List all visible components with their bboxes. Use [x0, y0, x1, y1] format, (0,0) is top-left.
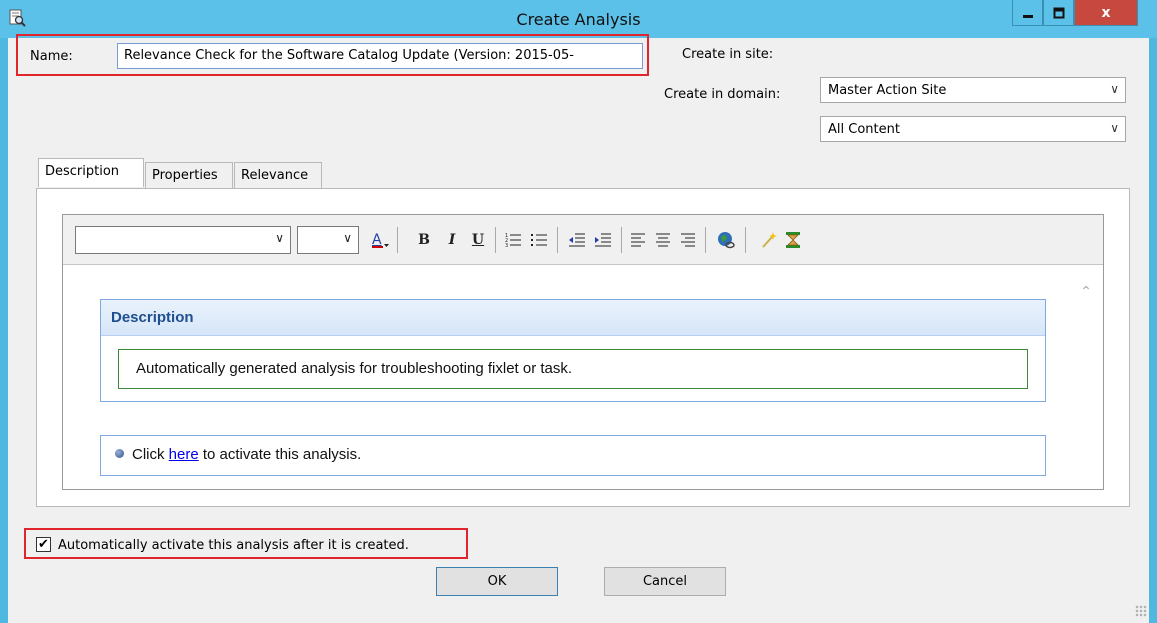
tab-relevance[interactable]: Relevance: [234, 162, 322, 188]
domain-label: Create in domain:: [664, 87, 781, 102]
align-left-icon: [631, 233, 645, 247]
chevron-down-icon: ∨: [1110, 121, 1119, 135]
insert-link-icon: [718, 232, 735, 249]
close-button[interactable]: x: [1074, 0, 1138, 26]
name-label: Name:: [30, 49, 73, 64]
title-bar[interactable]: Create Analysis x: [0, 0, 1157, 38]
chevron-down-icon: ∨: [343, 231, 352, 245]
site-select-value: Master Action Site: [828, 83, 947, 98]
description-heading: Description: [101, 300, 1045, 336]
align-center-icon: [656, 233, 670, 247]
indent-button[interactable]: [593, 229, 613, 251]
tab-properties[interactable]: Properties: [145, 162, 233, 188]
description-section: Description Automatically generated anal…: [100, 299, 1046, 402]
magic-wand-icon: [762, 232, 777, 248]
activate-here-link[interactable]: here: [169, 446, 199, 463]
minimize-button[interactable]: [1012, 0, 1043, 26]
bullet-icon: [115, 449, 124, 458]
indent-icon: [595, 233, 611, 247]
tab-description[interactable]: Description: [38, 158, 144, 187]
numbered-list-button[interactable]: 1 2 3: [503, 229, 523, 251]
magic-wand-button[interactable]: [759, 229, 779, 251]
italic-button[interactable]: I: [443, 229, 461, 251]
bulleted-list-icon: [531, 234, 547, 246]
hourglass-button[interactable]: [783, 229, 803, 251]
name-input[interactable]: Relevance Check for the Software Catalog…: [117, 43, 643, 69]
insert-link-button[interactable]: [715, 229, 737, 251]
cancel-button[interactable]: Cancel: [604, 567, 726, 596]
numbered-list-icon: 1 2 3: [505, 233, 521, 248]
italic-icon: I: [448, 232, 456, 248]
maximize-button[interactable]: [1043, 0, 1074, 26]
resize-grip-icon[interactable]: [1135, 605, 1147, 617]
toolbar-separator: [557, 227, 558, 253]
bold-button[interactable]: B: [415, 229, 433, 251]
toolbar-separator: [745, 227, 746, 253]
scroll-up-icon[interactable]: ⌃: [1080, 284, 1092, 300]
hourglass-icon: [786, 232, 800, 248]
underline-button[interactable]: U: [469, 229, 487, 251]
align-center-button[interactable]: [653, 229, 673, 251]
description-text: Automatically generated analysis for tro…: [118, 349, 1028, 389]
site-label: Create in site:: [682, 47, 774, 62]
svg-text:3: 3: [505, 243, 508, 248]
align-right-button[interactable]: [677, 229, 697, 251]
dialog-window: Create Analysis x Name: Relevance Check …: [0, 0, 1157, 623]
ok-button[interactable]: OK: [436, 567, 558, 596]
activate-suffix: to activate this analysis.: [198, 446, 362, 463]
underline-icon: U: [471, 232, 485, 248]
auto-activate-checkbox[interactable]: ✔: [36, 537, 51, 552]
font-size-select[interactable]: ∨: [297, 226, 359, 254]
bold-icon: B: [418, 232, 430, 248]
checkmark-icon: ✔: [38, 537, 49, 552]
outdent-icon: [569, 233, 585, 247]
domain-select-value: All Content: [828, 122, 900, 137]
toolbar-separator: [495, 227, 496, 253]
minimize-icon: [1022, 14, 1033, 18]
activate-section: Click here to activate this analysis.: [100, 435, 1046, 476]
domain-select[interactable]: All Content ∨: [820, 116, 1126, 142]
chevron-down-icon: ∨: [1110, 82, 1119, 96]
font-color-button[interactable]: A: [369, 229, 391, 251]
toolbar-separator: [705, 227, 706, 253]
auto-activate-label: Automatically activate this analysis aft…: [58, 538, 409, 553]
outdent-button[interactable]: [567, 229, 587, 251]
bulleted-list-button[interactable]: [529, 229, 549, 251]
site-select[interactable]: Master Action Site ∨: [820, 77, 1126, 103]
editor-toolbar: ∨ ∨ A B I U 1 2 3: [63, 215, 1103, 265]
window-title: Create Analysis: [516, 10, 641, 29]
align-right-icon: [681, 233, 695, 247]
rich-text-editor: ∨ ∨ A B I U 1 2 3 ⌃ Description Automati…: [62, 214, 1104, 490]
svg-text:A: A: [372, 232, 382, 248]
maximize-icon: [1053, 7, 1064, 18]
chevron-down-icon: ∨: [275, 231, 284, 245]
editor-content[interactable]: ⌃ Description Automatically generated an…: [64, 266, 1102, 488]
toolbar-separator: [621, 227, 622, 253]
toolbar-separator: [397, 227, 398, 253]
align-left-button[interactable]: [629, 229, 649, 251]
font-color-icon: A: [372, 232, 389, 248]
activate-prefix: Click: [132, 446, 169, 463]
font-family-select[interactable]: ∨: [75, 226, 291, 254]
